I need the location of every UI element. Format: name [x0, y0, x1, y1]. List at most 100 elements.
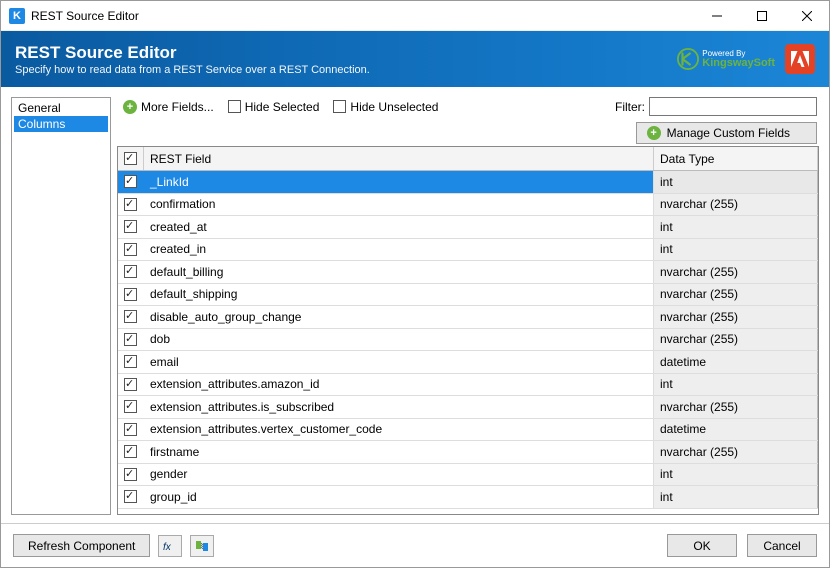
app-icon: K: [9, 8, 25, 24]
select-all-checkbox[interactable]: [118, 147, 144, 170]
documentation-button[interactable]: [190, 535, 214, 557]
column-header-field[interactable]: REST Field: [144, 147, 654, 170]
type-cell[interactable]: nvarchar (255): [654, 329, 818, 351]
field-cell[interactable]: _LinkId: [144, 171, 654, 193]
row-checkbox[interactable]: [118, 171, 144, 193]
field-cell[interactable]: confirmation: [144, 194, 654, 216]
svg-text:fx: fx: [163, 542, 172, 552]
refresh-component-button[interactable]: Refresh Component: [13, 534, 150, 557]
field-cell[interactable]: group_id: [144, 486, 654, 508]
table-row[interactable]: genderint: [118, 464, 818, 487]
ok-button[interactable]: OK: [667, 534, 737, 557]
type-cell[interactable]: nvarchar (255): [654, 306, 818, 328]
type-cell[interactable]: nvarchar (255): [654, 284, 818, 306]
filter-input[interactable]: [649, 97, 817, 116]
checkbox-checked-icon: [124, 378, 137, 391]
main-panel: + More Fields... Hide Selected Hide Unse…: [117, 97, 819, 515]
table-row[interactable]: default_billingnvarchar (255): [118, 261, 818, 284]
table-row[interactable]: dobnvarchar (255): [118, 329, 818, 352]
type-cell[interactable]: nvarchar (255): [654, 396, 818, 418]
cancel-button[interactable]: Cancel: [747, 534, 817, 557]
table-row[interactable]: firstnamenvarchar (255): [118, 441, 818, 464]
doc-map-icon: [195, 540, 209, 552]
sidebar-item-columns[interactable]: Columns: [14, 116, 108, 132]
type-cell[interactable]: nvarchar (255): [654, 261, 818, 283]
field-cell[interactable]: disable_auto_group_change: [144, 306, 654, 328]
banner-logos: Powered By KingswaySoft: [677, 44, 815, 74]
field-cell[interactable]: gender: [144, 464, 654, 486]
table-row[interactable]: group_idint: [118, 486, 818, 509]
filter-group: Filter:: [615, 97, 817, 116]
plus-icon: +: [647, 126, 661, 140]
adobe-icon: [791, 51, 809, 67]
field-cell[interactable]: dob: [144, 329, 654, 351]
type-cell[interactable]: int: [654, 216, 818, 238]
column-header-type[interactable]: Data Type: [654, 147, 818, 170]
window-title: REST Source Editor: [31, 9, 694, 23]
row-checkbox[interactable]: [118, 306, 144, 328]
manage-custom-fields-button[interactable]: + Manage Custom Fields: [636, 122, 817, 144]
row-checkbox[interactable]: [118, 419, 144, 441]
type-cell[interactable]: int: [654, 171, 818, 193]
type-cell[interactable]: nvarchar (255): [654, 194, 818, 216]
field-cell[interactable]: extension_attributes.vertex_customer_cod…: [144, 419, 654, 441]
table-row[interactable]: confirmationnvarchar (255): [118, 194, 818, 217]
table-row[interactable]: created_atint: [118, 216, 818, 239]
row-checkbox[interactable]: [118, 194, 144, 216]
row-checkbox[interactable]: [118, 329, 144, 351]
table-row[interactable]: emaildatetime: [118, 351, 818, 374]
checkbox-checked-icon: [124, 243, 137, 256]
type-cell[interactable]: datetime: [654, 419, 818, 441]
type-cell[interactable]: int: [654, 239, 818, 261]
expression-button[interactable]: fx: [158, 535, 182, 557]
minimize-button[interactable]: [694, 1, 739, 31]
row-checkbox[interactable]: [118, 374, 144, 396]
type-cell[interactable]: datetime: [654, 351, 818, 373]
table-row[interactable]: _LinkIdint: [118, 171, 818, 194]
hide-unselected-checkbox[interactable]: Hide Unselected: [333, 100, 438, 114]
field-cell[interactable]: extension_attributes.is_subscribed: [144, 396, 654, 418]
footer-actions: OK Cancel: [667, 534, 817, 557]
field-cell[interactable]: firstname: [144, 441, 654, 463]
checkbox-checked-icon: [124, 288, 137, 301]
type-cell[interactable]: int: [654, 486, 818, 508]
more-fields-button[interactable]: + More Fields...: [123, 100, 214, 114]
field-cell[interactable]: extension_attributes.amazon_id: [144, 374, 654, 396]
field-cell[interactable]: default_billing: [144, 261, 654, 283]
field-cell[interactable]: created_in: [144, 239, 654, 261]
row-checkbox[interactable]: [118, 284, 144, 306]
table-row[interactable]: created_inint: [118, 239, 818, 262]
window-controls: [694, 1, 829, 31]
type-cell[interactable]: int: [654, 464, 818, 486]
filter-label: Filter:: [615, 100, 645, 114]
type-cell[interactable]: nvarchar (255): [654, 441, 818, 463]
kingsway-text: Powered By KingswaySoft: [702, 50, 775, 69]
checkbox-icon: [228, 100, 241, 113]
close-button[interactable]: [784, 1, 829, 31]
field-cell[interactable]: default_shipping: [144, 284, 654, 306]
table-row[interactable]: disable_auto_group_changenvarchar (255): [118, 306, 818, 329]
footer: Refresh Component fx OK Cancel: [1, 523, 829, 567]
row-checkbox[interactable]: [118, 464, 144, 486]
maximize-button[interactable]: [739, 1, 784, 31]
row-checkbox[interactable]: [118, 261, 144, 283]
row-checkbox[interactable]: [118, 216, 144, 238]
checkbox-checked-icon: [124, 490, 137, 503]
table-row[interactable]: extension_attributes.vertex_customer_cod…: [118, 419, 818, 442]
sidebar-item-general[interactable]: General: [14, 100, 108, 116]
table-row[interactable]: extension_attributes.amazon_idint: [118, 374, 818, 397]
hide-selected-checkbox[interactable]: Hide Selected: [228, 100, 320, 114]
table-row[interactable]: extension_attributes.is_subscribednvarch…: [118, 396, 818, 419]
table-row[interactable]: default_shippingnvarchar (255): [118, 284, 818, 307]
row-checkbox[interactable]: [118, 486, 144, 508]
checkbox-checked-icon: [124, 468, 137, 481]
grid-body[interactable]: _LinkIdintconfirmationnvarchar (255)crea…: [118, 171, 818, 514]
field-cell[interactable]: email: [144, 351, 654, 373]
type-cell[interactable]: int: [654, 374, 818, 396]
kingsway-icon: [677, 48, 699, 70]
row-checkbox[interactable]: [118, 396, 144, 418]
field-cell[interactable]: created_at: [144, 216, 654, 238]
row-checkbox[interactable]: [118, 239, 144, 261]
row-checkbox[interactable]: [118, 351, 144, 373]
row-checkbox[interactable]: [118, 441, 144, 463]
